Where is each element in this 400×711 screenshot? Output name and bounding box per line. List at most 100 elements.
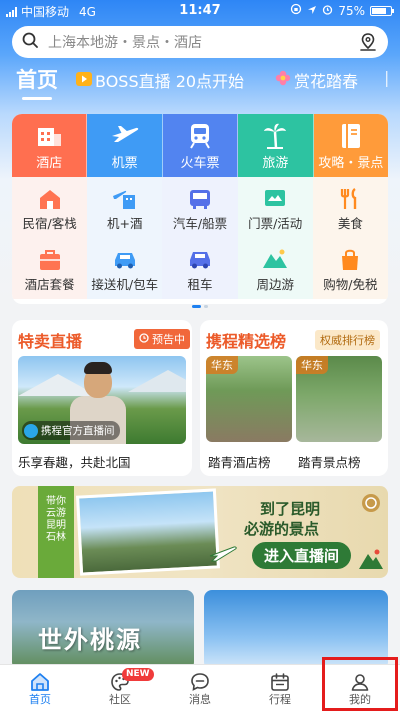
feed-card-right[interactable]: [204, 590, 388, 670]
ranking-card[interactable]: 携程精选榜 权威排行榜 华东 华东 踏青酒店榜 踏青景点榜: [200, 320, 388, 476]
airplane-icon: [110, 122, 140, 152]
hotel-ranking-caption: 踏青酒店榜: [208, 455, 271, 470]
enter-live-room-button[interactable]: 进入直播间: [252, 542, 352, 569]
mountain-icon: [358, 548, 384, 574]
sub-category-shopping[interactable]: 购物/免税: [312, 238, 388, 299]
orientation-lock-icon: [290, 3, 302, 18]
tabbar-community[interactable]: NEW 社区: [80, 665, 160, 711]
category-flight[interactable]: 机票: [87, 114, 163, 177]
sub-category-tickets[interactable]: 门票/活动: [237, 177, 313, 238]
calendar-icon: [269, 671, 291, 696]
sub-category-hotel-package[interactable]: 酒店套餐: [12, 238, 88, 299]
banner-line2: 必游的景点: [244, 520, 320, 538]
sub-category-airport-transfer[interactable]: 接送机/包车: [87, 238, 163, 299]
category-travel-label: 旅游: [262, 156, 289, 171]
bus-icon: [187, 187, 213, 214]
page-indicator: [0, 305, 400, 311]
hotel-package-icon: [37, 248, 63, 275]
category-hotel-label: 酒店: [36, 156, 63, 171]
sub-category-label: 接送机/包车: [91, 277, 159, 292]
bottom-tab-bar: 首页 NEW 社区 消息 行程 我的: [0, 664, 400, 711]
scenic-ranking-image[interactable]: 华东: [296, 356, 382, 442]
category-grid: 酒店 机票 火车票 旅游 攻略・景点 民宿/客栈 机+酒 汽车/船票 门票/活动…: [12, 114, 388, 304]
tab-boss-live-label: BOSS直播 20点开始: [95, 72, 245, 91]
sub-category-food[interactable]: 美食: [312, 177, 388, 238]
tabbar-profile[interactable]: 我的: [320, 665, 400, 711]
scenic-ranking-caption: 踏青景点榜: [298, 455, 361, 470]
hotel-icon: [35, 122, 63, 152]
clock-icon: [139, 332, 149, 346]
sub-category-label: 周边游: [256, 277, 294, 292]
user-icon: [349, 671, 371, 696]
search-icon: [22, 32, 38, 52]
tab-boss-live[interactable]: BOSS直播 20点开始: [76, 68, 244, 92]
top-tab-strip: 首页 BOSS直播 20点开始 赏花踏春 |: [0, 64, 400, 104]
feed-card-left[interactable]: 世外桃源: [12, 590, 194, 670]
sub-category-label: 民宿/客栈: [22, 216, 77, 231]
banner-vertical-text: 带你云游昆明石林: [46, 496, 66, 543]
tabbar-itinerary[interactable]: 行程: [240, 665, 320, 711]
region-tag: 华东: [206, 356, 238, 374]
stamp-icon: [360, 492, 382, 518]
rental-car-icon: [186, 248, 214, 273]
hotel-ranking-image[interactable]: 华东: [206, 356, 292, 442]
category-travel[interactable]: 旅游: [238, 114, 314, 177]
sub-category-grid: 民宿/客栈 机+酒 汽车/船票 门票/活动 美食 酒店套餐 接送机/包车 租车: [12, 177, 388, 299]
kunming-live-banner[interactable]: 带你云游昆明石林 到了昆明 必游的景点 进入直播间: [12, 486, 388, 578]
preview-badge: 预告中: [134, 329, 190, 349]
sub-category-car-rental[interactable]: 租车: [162, 238, 238, 299]
category-guides-label: 攻略・景点: [318, 156, 384, 171]
sub-category-label: 酒店套餐: [24, 277, 75, 292]
live-sale-title: 特卖直播: [18, 332, 83, 351]
sub-category-homestay[interactable]: 民宿/客栈: [12, 177, 88, 238]
category-flight-label: 机票: [111, 156, 138, 171]
shopping-bag-icon: [338, 248, 362, 275]
sub-category-bus-ferry[interactable]: 汽车/船票: [162, 177, 238, 238]
tabbar-home[interactable]: 首页: [0, 665, 80, 711]
new-badge: NEW: [122, 668, 154, 681]
category-train-label: 火车票: [180, 156, 220, 171]
live-stream-thumbnail: 携程官方直播间: [18, 356, 186, 444]
sub-category-flight-hotel[interactable]: 机+酒: [87, 177, 163, 238]
ctrip-logo-icon: [24, 423, 38, 438]
battery-percent: 75%: [338, 3, 365, 18]
search-placeholder: 上海本地游・景点・酒店: [48, 35, 202, 51]
chat-bubble-icon: [189, 671, 211, 696]
preview-badge-label: 预告中: [152, 333, 185, 346]
banner-line1: 到了昆明: [260, 500, 321, 518]
tab-home[interactable]: 首页: [16, 64, 58, 100]
tabbar-messages[interactable]: 消息: [160, 665, 240, 711]
tab-overflow-divider: |: [384, 68, 390, 87]
sub-category-label: 购物/免税: [323, 277, 378, 292]
live-sale-caption: 乐享春趣，共赴北国: [18, 455, 131, 470]
location-pin-icon[interactable]: [358, 32, 378, 56]
category-guides[interactable]: 攻略・景点: [313, 114, 388, 177]
palm-tree-icon: [261, 122, 289, 154]
sub-category-label: 美食: [337, 216, 363, 231]
tab-home-label: 首页: [16, 68, 58, 92]
flight-hotel-icon: [111, 187, 139, 214]
ranking-title: 携程精选榜: [206, 332, 287, 351]
category-hotel[interactable]: 酒店: [12, 114, 88, 177]
status-bar: 中国移动 4G 11:47 75%: [0, 0, 400, 22]
fork-knife-icon: [338, 187, 362, 214]
search-bar[interactable]: 上海本地游・景点・酒店: [12, 26, 388, 58]
sub-category-nearby[interactable]: 周边游: [237, 238, 313, 299]
tab-spring-flowers[interactable]: 赏花踏春: [275, 68, 358, 92]
flower-icon: [275, 70, 291, 90]
location-arrow-icon: [307, 4, 317, 18]
battery-icon: [370, 5, 394, 16]
sub-category-label: 汽车/船票: [172, 216, 228, 231]
mountain-icon: [261, 248, 289, 273]
video-play-icon: [76, 71, 92, 90]
category-train[interactable]: 火车票: [162, 114, 239, 177]
homestay-icon: [37, 187, 63, 214]
ticket-icon: [262, 187, 288, 212]
main-category-row: 酒店 机票 火车票 旅游 攻略・景点: [12, 114, 388, 177]
region-tag: 华东: [296, 356, 328, 374]
guidebook-icon: [339, 122, 363, 154]
alarm-icon: [322, 4, 333, 18]
home-icon: [29, 671, 51, 696]
sub-category-label: 租车: [187, 277, 213, 292]
live-sale-card[interactable]: 特卖直播 预告中 携程官方直播间 乐享春趣，共赴北国: [12, 320, 192, 476]
